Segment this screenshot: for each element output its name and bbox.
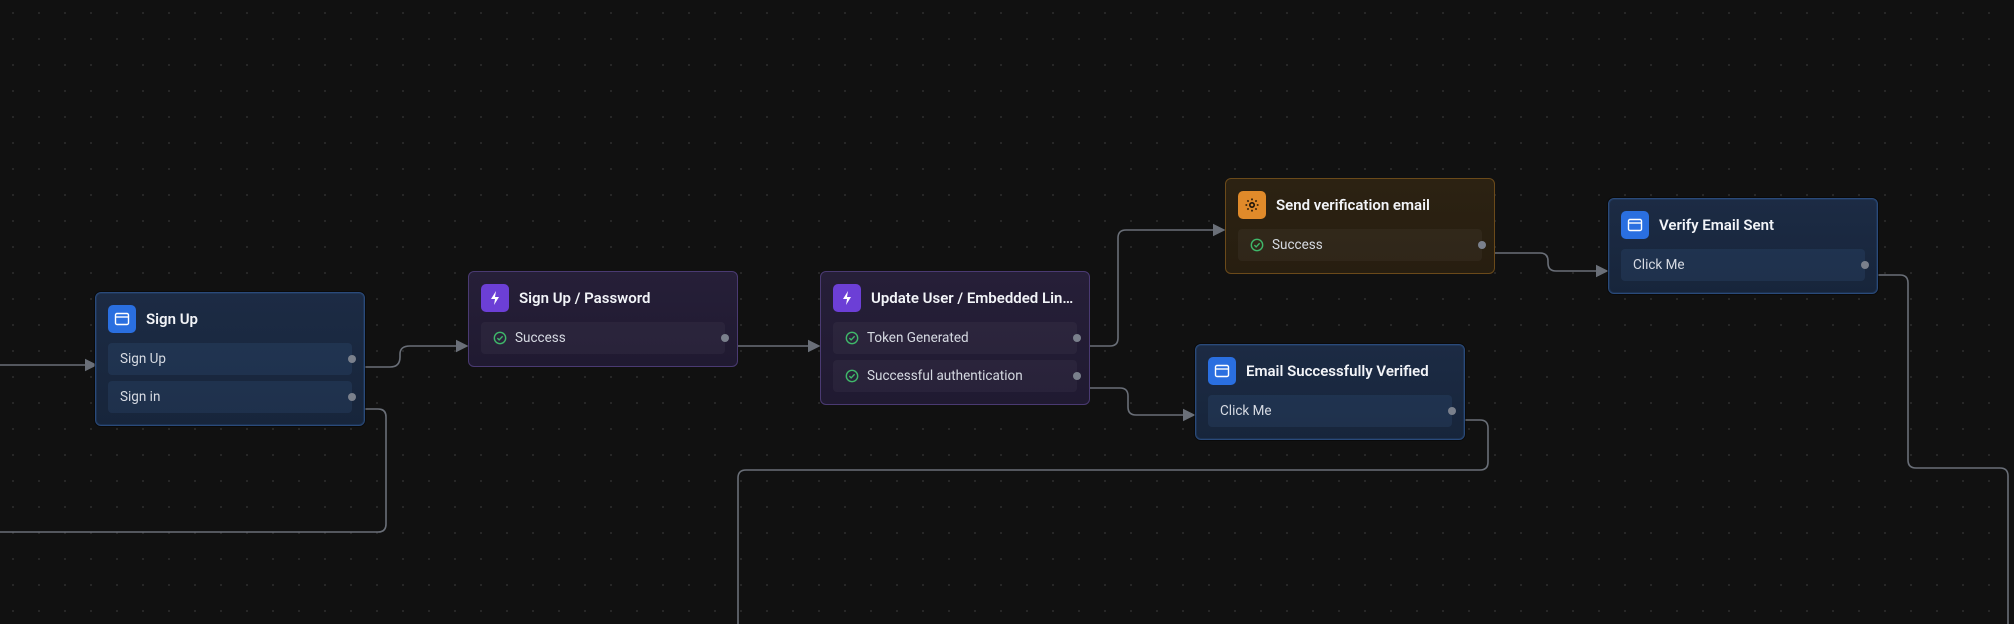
node-row[interactable]: Success bbox=[1238, 229, 1482, 261]
node-title: Email Successfully Verified bbox=[1246, 362, 1452, 380]
node-title: Sign Up / Password bbox=[519, 289, 725, 307]
output-port[interactable] bbox=[1073, 372, 1081, 380]
browser-icon bbox=[108, 305, 136, 333]
output-port[interactable] bbox=[1861, 261, 1869, 269]
node-row[interactable]: Sign in bbox=[108, 381, 352, 413]
node-row[interactable]: Sign Up bbox=[108, 343, 352, 375]
browser-icon bbox=[1621, 211, 1649, 239]
output-port[interactable] bbox=[721, 334, 729, 342]
row-label: Successful authentication bbox=[867, 368, 1023, 384]
node-update-user[interactable]: Update User / Embedded Link /… Token Gen… bbox=[820, 271, 1090, 405]
browser-icon bbox=[1208, 357, 1236, 385]
node-header: Email Successfully Verified bbox=[1208, 357, 1452, 395]
node-header: Verify Email Sent bbox=[1621, 211, 1865, 249]
success-icon bbox=[845, 369, 859, 383]
node-header: Update User / Embedded Link /… bbox=[833, 284, 1077, 322]
row-label: Click Me bbox=[1633, 257, 1685, 273]
output-port[interactable] bbox=[1448, 407, 1456, 415]
success-icon bbox=[1250, 238, 1264, 252]
row-label: Token Generated bbox=[867, 330, 969, 346]
row-label: Success bbox=[1272, 237, 1323, 253]
node-header: Sign Up bbox=[108, 305, 352, 343]
node-email-verified[interactable]: Email Successfully Verified Click Me bbox=[1195, 344, 1465, 440]
lightning-icon bbox=[481, 284, 509, 312]
success-icon bbox=[493, 331, 507, 345]
flow-canvas[interactable]: Sign Up Sign Up Sign in Sign Up / Passwo… bbox=[0, 0, 2014, 624]
node-title: Update User / Embedded Link /… bbox=[871, 289, 1077, 307]
row-label: Sign Up bbox=[120, 351, 166, 367]
node-title: Verify Email Sent bbox=[1659, 216, 1865, 234]
node-header: Sign Up / Password bbox=[481, 284, 725, 322]
row-label: Sign in bbox=[120, 389, 160, 405]
success-icon bbox=[845, 331, 859, 345]
node-sign-up-password[interactable]: Sign Up / Password Success bbox=[468, 271, 738, 367]
output-port[interactable] bbox=[1073, 334, 1081, 342]
lightning-icon bbox=[833, 284, 861, 312]
output-port[interactable] bbox=[348, 355, 356, 363]
node-row[interactable]: Successful authentication bbox=[833, 360, 1077, 392]
row-label: Success bbox=[515, 330, 566, 346]
node-title: Send verification email bbox=[1276, 196, 1482, 214]
row-label: Click Me bbox=[1220, 403, 1272, 419]
node-row[interactable]: Token Generated bbox=[833, 322, 1077, 354]
node-row[interactable]: Success bbox=[481, 322, 725, 354]
gear-icon bbox=[1238, 191, 1266, 219]
node-verify-email-sent[interactable]: Verify Email Sent Click Me bbox=[1608, 198, 1878, 294]
output-port[interactable] bbox=[1478, 241, 1486, 249]
node-row[interactable]: Click Me bbox=[1208, 395, 1452, 427]
node-header: Send verification email bbox=[1238, 191, 1482, 229]
output-port[interactable] bbox=[348, 393, 356, 401]
node-sign-up[interactable]: Sign Up Sign Up Sign in bbox=[95, 292, 365, 426]
node-send-verification-email[interactable]: Send verification email Success bbox=[1225, 178, 1495, 274]
node-row[interactable]: Click Me bbox=[1621, 249, 1865, 281]
node-title: Sign Up bbox=[146, 310, 352, 328]
